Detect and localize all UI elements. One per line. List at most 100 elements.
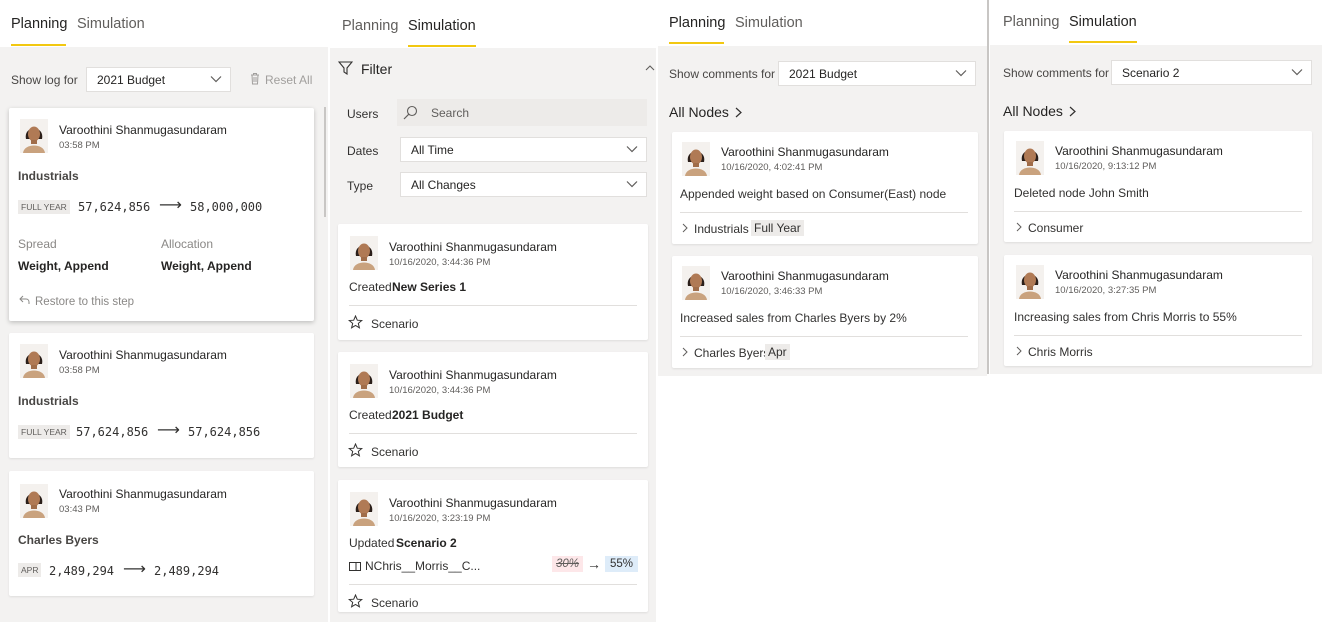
- chevron-down-icon: [1291, 68, 1303, 76]
- tab-planning[interactable]: Planning: [669, 15, 725, 31]
- node-name: Charles Byers: [694, 346, 770, 360]
- dropdown-value: All Changes: [411, 178, 476, 192]
- users-search-input[interactable]: Search: [397, 99, 647, 126]
- star-icon[interactable]: [348, 315, 363, 329]
- reset-all-button[interactable]: Reset All: [265, 73, 312, 87]
- users-label: Users: [347, 107, 379, 121]
- timestamp: 03:58 PM: [59, 140, 100, 151]
- comment-card[interactable]: Varoothini Shanmugasundaram 10/16/2020, …: [672, 256, 978, 368]
- user-avatar: [20, 119, 48, 153]
- user-avatar: [1016, 141, 1044, 175]
- scrollbar-thumb[interactable]: [324, 107, 326, 217]
- dropdown-value: Scenario 2: [1122, 66, 1180, 80]
- search-icon: [403, 105, 418, 120]
- spread-label: Spread: [18, 237, 57, 251]
- period-tag: Apr: [765, 344, 790, 360]
- tab-bar: Planning Simulation: [0, 0, 328, 47]
- scenario-label: Scenario: [371, 596, 419, 610]
- period-badge: FULL YEAR: [18, 200, 70, 214]
- action-target: Scenario 2: [396, 536, 457, 550]
- chevron-up-icon[interactable]: [645, 64, 655, 71]
- timestamp: 10/16/2020, 3:44:36 PM: [389, 257, 491, 268]
- filter-panel-body: Filter Users Search Dates All Time Type …: [330, 48, 656, 622]
- dropdown-value: All Time: [411, 143, 454, 157]
- scenario-label: Scenario: [371, 317, 419, 331]
- log-scenario-dropdown[interactable]: 2021 Budget: [86, 67, 231, 92]
- tab-simulation[interactable]: Simulation: [735, 15, 803, 31]
- all-nodes-breadcrumb[interactable]: All Nodes: [1003, 103, 1063, 119]
- tab-bar: Planning Simulation: [658, 0, 987, 46]
- dates-label: Dates: [347, 144, 379, 158]
- card-divider: [349, 305, 637, 306]
- allocation-label: Allocation: [161, 237, 214, 251]
- log-entry-card[interactable]: Varoothini Shanmugasundaram 10/16/2020, …: [338, 224, 648, 340]
- undo-icon[interactable]: [19, 295, 30, 305]
- node-name: Industrials: [18, 394, 79, 408]
- active-tab-indicator: [11, 44, 66, 46]
- user-name: Varoothini Shanmugasundaram: [1055, 144, 1223, 158]
- tab-simulation[interactable]: Simulation: [77, 16, 145, 32]
- period-tag: Full Year: [751, 220, 804, 236]
- old-value: 57,624,856: [76, 425, 149, 439]
- star-icon[interactable]: [348, 443, 363, 457]
- user-avatar: [350, 492, 378, 526]
- log-entry-card[interactable]: Varoothini Shanmugasundaram 03:58 PM Ind…: [9, 108, 314, 321]
- chevron-right-icon[interactable]: [1016, 346, 1022, 356]
- restore-step-link[interactable]: Restore to this step: [35, 296, 134, 308]
- node-name: Charles Byers: [18, 533, 99, 547]
- timestamp: 10/16/2020, 3:27:35 PM: [1055, 285, 1157, 296]
- log-entry-card[interactable]: Varoothini Shanmugasundaram 10/16/2020, …: [338, 352, 648, 467]
- scenario-label: Scenario: [371, 445, 419, 459]
- log-entry-card[interactable]: Varoothini Shanmugasundaram 03:43 PM Cha…: [9, 471, 314, 596]
- tab-planning[interactable]: Planning: [342, 18, 398, 34]
- user-name: Varoothini Shanmugasundaram: [389, 368, 557, 382]
- card-divider: [349, 584, 637, 585]
- new-value: 57,624,856: [188, 425, 261, 439]
- star-icon[interactable]: [348, 594, 363, 608]
- tab-planning[interactable]: Planning: [11, 16, 67, 32]
- user-name: Varoothini Shanmugasundaram: [389, 240, 557, 254]
- active-tab-indicator: [1069, 41, 1137, 43]
- show-comments-label: Show comments for: [669, 67, 776, 81]
- tab-simulation[interactable]: Simulation: [1069, 14, 1137, 30]
- dates-dropdown[interactable]: All Time: [400, 137, 647, 162]
- user-avatar: [682, 142, 710, 176]
- node-name: Industrials: [18, 169, 79, 183]
- arrow-right-icon: ⟶: [157, 422, 180, 439]
- comments-scenario-dropdown[interactable]: 2021 Budget: [778, 61, 976, 86]
- comment-text: Deleted node John Smith: [1014, 186, 1149, 200]
- planning-comments-panel: Planning Simulation Show comments for 20…: [658, 0, 987, 376]
- filter-icon[interactable]: [338, 61, 353, 75]
- search-placeholder: Search: [431, 106, 470, 120]
- chevron-right-icon[interactable]: [1069, 106, 1076, 117]
- comments-scenario-dropdown[interactable]: Scenario 2: [1111, 60, 1312, 85]
- user-avatar: [20, 344, 48, 378]
- chevron-right-icon[interactable]: [682, 223, 688, 233]
- action-verb: Updated: [349, 536, 395, 550]
- arrow-right-icon: ⟶: [159, 197, 182, 214]
- log-entry-card[interactable]: Varoothini Shanmugasundaram 10/16/2020, …: [338, 480, 648, 612]
- user-avatar: [20, 484, 48, 518]
- comment-card[interactable]: Varoothini Shanmugasundaram 10/16/2020, …: [672, 132, 978, 244]
- chevron-down-icon: [210, 75, 222, 83]
- trash-icon[interactable]: [250, 72, 260, 85]
- chevron-right-icon[interactable]: [1016, 222, 1022, 232]
- node-name: Chris Morris: [1028, 345, 1093, 359]
- card-divider: [1014, 335, 1302, 336]
- tab-simulation[interactable]: Simulation: [408, 18, 476, 34]
- tab-planning[interactable]: Planning: [1003, 14, 1059, 30]
- user-name: Varoothini Shanmugasundaram: [1055, 268, 1223, 282]
- all-nodes-breadcrumb[interactable]: All Nodes: [669, 104, 729, 120]
- log-entry-card[interactable]: Varoothini Shanmugasundaram 03:58 PM Ind…: [9, 333, 314, 458]
- comment-card[interactable]: Varoothini Shanmugasundaram 10/16/2020, …: [1004, 255, 1312, 366]
- chevron-down-icon: [626, 145, 638, 153]
- node-name: Industrials: [694, 222, 749, 236]
- timestamp: 10/16/2020, 3:46:33 PM: [721, 286, 823, 297]
- type-dropdown[interactable]: All Changes: [400, 172, 647, 197]
- series-name: NChris__Morris__C...: [365, 559, 481, 573]
- arrow-right-icon: →: [587, 556, 601, 572]
- chevron-right-icon[interactable]: [735, 107, 742, 118]
- action-target: New Series 1: [392, 280, 467, 294]
- chevron-right-icon[interactable]: [682, 347, 688, 357]
- comment-card[interactable]: Varoothini Shanmugasundaram 10/16/2020, …: [1004, 131, 1312, 242]
